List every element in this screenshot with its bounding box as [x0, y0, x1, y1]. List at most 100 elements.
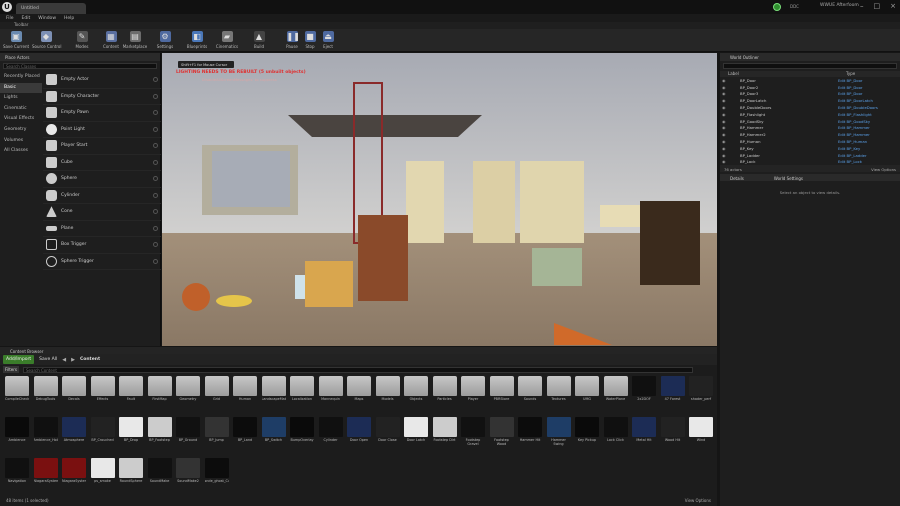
folder-tile[interactable]: Textures — [546, 376, 571, 406]
list-item[interactable]: Plane — [43, 221, 161, 237]
asset-tile[interactable]: BP_Ground — [176, 417, 200, 447]
folder-tile[interactable]: PBRStore — [489, 376, 514, 406]
asset-tile[interactable]: ps_smoke — [90, 458, 115, 488]
folder-tile[interactable]: Geometry — [176, 376, 200, 406]
add-import-button[interactable]: Add/Import — [3, 355, 35, 364]
folder-tile[interactable]: Models — [375, 376, 400, 406]
folder-tile[interactable]: Particles — [432, 376, 457, 406]
asset-tile[interactable]: Navigation — [5, 458, 29, 488]
list-item[interactable]: Sphere Trigger — [43, 254, 161, 270]
asset-tile[interactable]: Atmosphere — [62, 417, 86, 447]
asset-tile[interactable]: BumpOverlay — [290, 417, 314, 447]
eject-button[interactable]: ⏏ Eject — [314, 31, 342, 49]
help-icon[interactable] — [153, 126, 158, 132]
outliner-search-input[interactable] — [723, 63, 897, 69]
table-row[interactable]: ◉ BP_Door3 Edit BP_Door — [720, 91, 900, 98]
asset-tile[interactable]: NiagaraSystem2 — [62, 458, 86, 488]
category-cinematic[interactable]: Cinematic — [0, 104, 42, 115]
help-icon[interactable] — [153, 176, 158, 182]
asset-tile[interactable]: Hammer Hit — [518, 417, 542, 447]
table-row[interactable]: ◉ BP_Human Edit BP_Human — [720, 138, 900, 145]
level-tab[interactable]: Untitled — [16, 3, 86, 14]
asset-tile[interactable]: BP_Drop — [119, 417, 143, 447]
folder-tile[interactable]: Grid — [204, 376, 229, 406]
asset-tile[interactable]: shader_perf — [689, 376, 713, 406]
asset-tile[interactable]: Ambience_Hold — [33, 417, 58, 447]
list-item[interactable]: Cube — [43, 155, 161, 171]
folder-tile[interactable]: WaterPlane — [603, 376, 628, 406]
level-viewport[interactable]: Shift+F1 for Mouse Cursor LIGHTING NEEDS… — [162, 53, 717, 346]
asset-tile[interactable]: Hammer Swing — [546, 417, 571, 447]
build-button[interactable]: ▲ Build — [245, 31, 273, 49]
menu-edit[interactable]: Edit — [22, 16, 31, 21]
asset-tile[interactable]: SoundMake — [147, 458, 172, 488]
column-label[interactable]: Label — [728, 71, 846, 77]
list-item[interactable]: Box Trigger — [43, 237, 161, 254]
folder-tile[interactable]: Human — [233, 376, 257, 406]
asset-tile[interactable]: BP_Footstep — [147, 417, 172, 447]
help-icon[interactable] — [153, 258, 158, 264]
list-item[interactable]: Point Light — [43, 122, 161, 138]
table-row[interactable]: ◉ BP_Door2 Edit BP_Door — [720, 84, 900, 91]
folder-tile[interactable]: Decals — [62, 376, 86, 406]
help-icon[interactable] — [153, 110, 158, 116]
help-icon[interactable] — [153, 242, 158, 248]
forward-arrow-icon[interactable]: ▶ — [71, 357, 75, 363]
table-row[interactable]: ◉ BP_Key Edit BP_Key — [720, 145, 900, 152]
asset-tile[interactable]: BP_Switch — [261, 417, 286, 447]
category-basic[interactable]: Basic — [0, 82, 42, 94]
category-geometry[interactable]: Geometry — [0, 125, 42, 136]
folder-tile[interactable]: Effects — [90, 376, 115, 406]
category-visual-effects[interactable]: Visual Effects — [0, 114, 42, 125]
asset-tile[interactable]: RoundSphere — [119, 458, 143, 488]
folder-tile[interactable]: Localization — [290, 376, 314, 406]
menu-file[interactable]: File — [6, 16, 14, 21]
asset-tile[interactable]: Ambience — [5, 417, 29, 447]
help-icon[interactable] — [153, 225, 158, 231]
breadcrumb[interactable]: Content — [80, 357, 100, 362]
blueprints-button[interactable]: ◧ Blueprints — [183, 31, 211, 49]
cinematics-button[interactable]: ▰ Cinematics — [213, 31, 241, 49]
toolbar-tab[interactable]: Toolbar — [0, 22, 900, 29]
modes-button[interactable]: ✎ Modes — [68, 31, 96, 49]
help-icon[interactable] — [153, 143, 158, 149]
folder-tile[interactable]: FirstMap — [147, 376, 172, 406]
folder-tile[interactable]: UMG — [575, 376, 599, 406]
asset-tile[interactable]: Cylinder — [318, 417, 343, 447]
table-row[interactable]: ◉ BP_Door Edit BP_Door — [720, 77, 900, 84]
tab-details[interactable]: Details — [730, 176, 744, 181]
table-row[interactable]: ◉ BP_Hammer2 Edit BP_Hammer — [720, 131, 900, 138]
minimize-icon[interactable]: – — [860, 2, 864, 10]
help-icon[interactable] — [153, 209, 158, 215]
list-item[interactable]: Sphere — [43, 171, 161, 188]
list-item[interactable]: Empty Actor — [43, 72, 161, 89]
asset-tile[interactable]: 47 Forest — [660, 376, 685, 406]
folder-tile[interactable]: Sounds — [518, 376, 542, 406]
save-current-button[interactable]: ▣ Save Current — [2, 31, 30, 49]
asset-tile[interactable]: Door Latch — [404, 417, 428, 447]
folder-tile[interactable]: Fault — [119, 376, 143, 406]
list-item[interactable]: Empty Character — [43, 89, 161, 105]
asset-tile[interactable]: Wood Hit — [660, 417, 685, 447]
asset-tile[interactable]: Wind — [689, 417, 713, 447]
asset-tile[interactable]: BP_Crouched — [90, 417, 115, 447]
menu-help[interactable]: Help — [64, 16, 74, 21]
folder-tile[interactable]: Player — [461, 376, 485, 406]
asset-tile[interactable]: 2x2DOF — [632, 376, 656, 406]
table-row[interactable]: ◉ BP_Flashlight Edit BP_Flashlight — [720, 111, 900, 118]
tab-world-settings[interactable]: World Settings — [774, 176, 803, 181]
asset-tile[interactable]: Door Close — [375, 417, 400, 447]
asset-tile[interactable]: Footstep Wood — [489, 417, 514, 447]
table-row[interactable]: ◉ BP_DoubleDoors Edit BP_DoubleDoors — [720, 104, 900, 111]
folder-tile[interactable]: Mannequin — [318, 376, 343, 406]
content-view-options[interactable]: View Options — [685, 498, 711, 504]
help-icon[interactable] — [153, 93, 158, 99]
asset-tile[interactable]: BP_Jump — [204, 417, 229, 447]
column-type[interactable]: Type — [846, 71, 855, 77]
folder-tile[interactable]: CompileCheck — [5, 376, 29, 406]
maximize-icon[interactable]: □ — [874, 2, 881, 10]
asset-tile[interactable]: BP_Land — [233, 417, 257, 447]
content-browser-tab[interactable]: Content Browser — [0, 347, 717, 354]
table-row[interactable]: ◉ BP_Hammer Edit BP_Hammer — [720, 125, 900, 132]
asset-tile[interactable]: Door Open — [347, 417, 371, 447]
